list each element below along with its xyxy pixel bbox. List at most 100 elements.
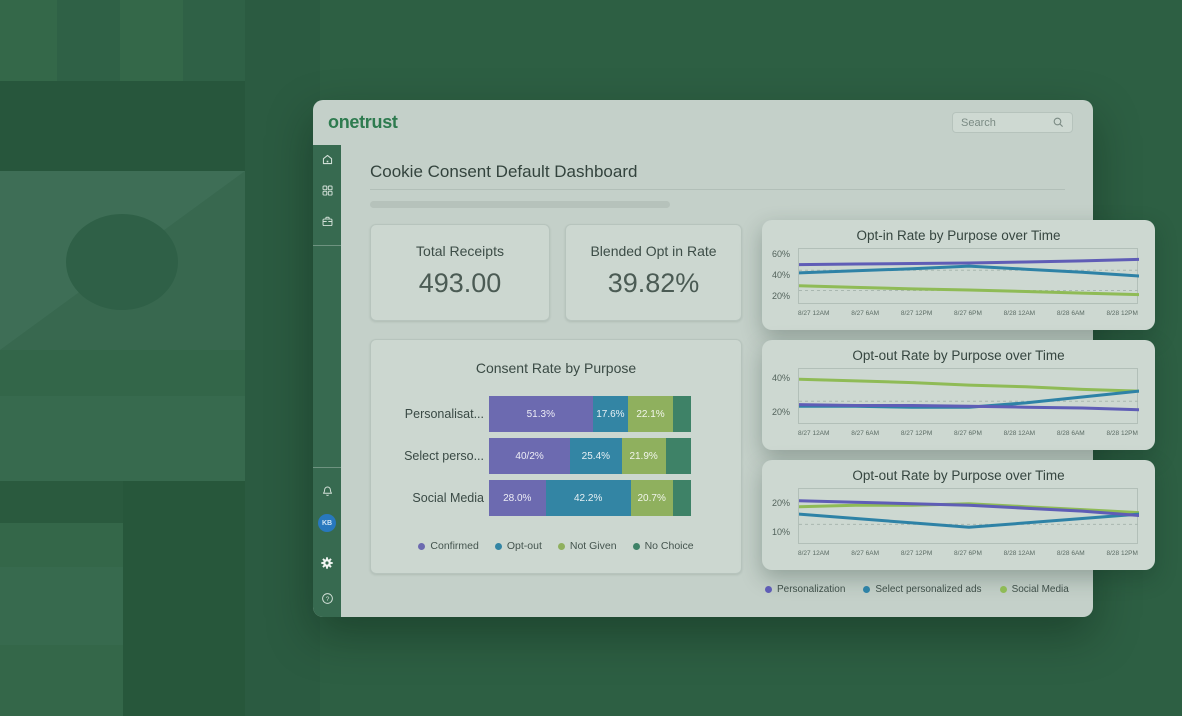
x-tick-label: 8/27 6PM xyxy=(954,310,982,317)
bar-segment-label: 42.2% xyxy=(574,493,602,504)
kpi-label: Blended Opt in Rate xyxy=(590,243,716,259)
page-title: Cookie Consent Default Dashboard xyxy=(370,162,637,182)
background-shape xyxy=(0,481,123,523)
kpi-value: 493.00 xyxy=(419,268,502,299)
sidebar-item-help[interactable]: ? xyxy=(319,590,335,606)
legend-label: Personalization xyxy=(777,584,845,595)
x-tick-label: 8/28 12AM xyxy=(1004,430,1035,437)
search-box[interactable] xyxy=(952,112,1073,133)
background-shape xyxy=(0,523,123,567)
y-tick-label: 20% xyxy=(772,291,790,301)
kpi-card-blended-opt-in-rate: Blended Opt in Rate 39.82% xyxy=(565,224,742,321)
kpi-card-total-receipts: Total Receipts 493.00 xyxy=(370,224,550,321)
background-shape xyxy=(0,567,123,645)
loading-bar xyxy=(370,201,670,208)
bar-segment: 21.9% xyxy=(622,438,666,474)
stacked-bar: 40/2% 25.4% 21.9% xyxy=(489,438,691,474)
sidebar-item-apps[interactable] xyxy=(319,182,335,198)
opt-out-rate-chart-card-1: Opt-out Rate by Purpose over Time 20%40%… xyxy=(762,340,1155,450)
app-header: onetrust xyxy=(313,100,1093,145)
onetrust-logo: onetrust xyxy=(328,112,398,133)
line-plot xyxy=(798,368,1138,424)
legend-dot xyxy=(418,543,425,550)
stacked-bar: 51.3% 17.6%22.1% xyxy=(489,396,691,432)
legend-item: Personalization xyxy=(765,584,845,595)
line-plot xyxy=(798,488,1138,544)
app-window: onetrust xyxy=(313,100,1093,617)
bar-segment: 42.2% xyxy=(546,480,631,516)
bar-segment: 22.1% xyxy=(628,396,673,432)
legend-item: No Choice xyxy=(633,540,694,552)
bar-segment: 51.3% xyxy=(489,396,593,432)
home-icon xyxy=(321,153,334,166)
sidebar-divider xyxy=(313,245,341,246)
background-shape xyxy=(0,350,245,396)
legend-item: Not Given xyxy=(558,540,617,552)
x-tick-label: 8/27 6AM xyxy=(851,430,879,437)
x-tick-label: 8/27 12AM xyxy=(798,430,829,437)
background-shape xyxy=(183,0,245,81)
sidebar-divider xyxy=(313,467,341,468)
x-tick-label: 8/27 12PM xyxy=(901,430,932,437)
y-axis-ticks: 20%40% xyxy=(762,368,794,424)
y-tick-label: 40% xyxy=(772,270,790,280)
stacked-bar: 28.0% 42.2% 20.7% xyxy=(489,480,691,516)
x-tick-label: 8/28 12PM xyxy=(1106,550,1137,557)
sidebar-item-inbox[interactable] xyxy=(319,213,335,229)
bar-segment: 40/2% xyxy=(489,438,570,474)
bell-icon xyxy=(321,485,334,498)
bar-segment: 25.4% xyxy=(570,438,621,474)
x-axis-ticks: 8/27 12AM 8/27 6AM 8/27 12PM 8/27 6PM 8/28 1… xyxy=(798,430,1138,437)
title-divider xyxy=(370,189,1065,190)
search-input[interactable] xyxy=(961,117,1053,129)
bar-segment-label: 51.3% xyxy=(527,409,555,420)
y-tick-label: 20% xyxy=(772,498,790,508)
bar-segment: 17.6% xyxy=(593,396,629,432)
y-tick-label: 10% xyxy=(772,527,790,537)
x-tick-label: 8/27 12AM xyxy=(798,310,829,317)
x-tick-label: 8/27 12PM xyxy=(901,310,932,317)
legend-item: Confirmed xyxy=(418,540,478,552)
bar-row-label: Personalisat... xyxy=(371,407,489,421)
bar-segment-label: 28.0% xyxy=(503,493,531,504)
x-axis-ticks: 8/27 12AM8/27 6AM8/27 12PM8/27 6PM8/28 1… xyxy=(798,550,1138,557)
kpi-value: 39.82% xyxy=(608,268,700,299)
bar-segment-label: 25.4% xyxy=(582,451,610,462)
chart-title: Opt-out Rate by Purpose over Time xyxy=(762,348,1155,363)
legend-dot xyxy=(558,543,565,550)
bar-row: Social Media28.0%42.2%20.7% xyxy=(371,480,741,516)
legend-label: Confirmed xyxy=(430,540,478,552)
bar-segment-label: 21.9% xyxy=(629,451,657,462)
consent-legend: ConfirmedOpt-outNot GivenNo Choice xyxy=(371,540,741,552)
y-axis-ticks: 20% 40% 60% xyxy=(762,248,794,304)
legend-item: Social Media xyxy=(1000,584,1069,595)
bar-segment-label: 20.7% xyxy=(638,493,666,504)
background-shape xyxy=(0,81,245,171)
help-icon: ? xyxy=(321,592,334,605)
kpi-label: Total Receipts xyxy=(416,243,504,259)
legend-dot xyxy=(863,586,870,593)
legend-label: Select personalized ads xyxy=(875,584,981,595)
y-tick-label: 20% xyxy=(772,407,790,417)
briefcase-icon xyxy=(321,215,334,228)
opt-in-rate-chart-card: Opt-in Rate by Purpose over Time 20%40%6… xyxy=(762,220,1155,330)
background-shape xyxy=(0,396,245,481)
bar-row-label: Select perso... xyxy=(371,449,489,463)
x-tick-label: 8/28 6AM xyxy=(1057,310,1085,317)
background-shape-circle xyxy=(66,214,178,310)
x-tick-label: 8/28 12PM xyxy=(1106,310,1137,317)
sidebar-item-settings[interactable] xyxy=(319,555,335,571)
avatar[interactable]: KB xyxy=(318,514,336,532)
x-tick-label: 8/27 6PM xyxy=(954,430,982,437)
search-icon xyxy=(1053,117,1064,128)
consent-rows: Personalisat... 51.3% 17.6%22.1% Select per… xyxy=(371,396,741,522)
y-axis-ticks: 10% 20% xyxy=(762,488,794,544)
bar-segment-label: 40/2% xyxy=(515,451,543,462)
y-tick-label: 60% xyxy=(772,249,790,259)
sidebar-item-home[interactable] xyxy=(319,151,335,167)
legend-item: Select personalized ads xyxy=(863,584,981,595)
sidebar-item-notifications[interactable] xyxy=(319,483,335,499)
bar-segment: 20.7% xyxy=(631,480,673,516)
x-tick-label: 8/27 6AM xyxy=(851,310,879,317)
apps-grid-icon xyxy=(321,184,334,197)
